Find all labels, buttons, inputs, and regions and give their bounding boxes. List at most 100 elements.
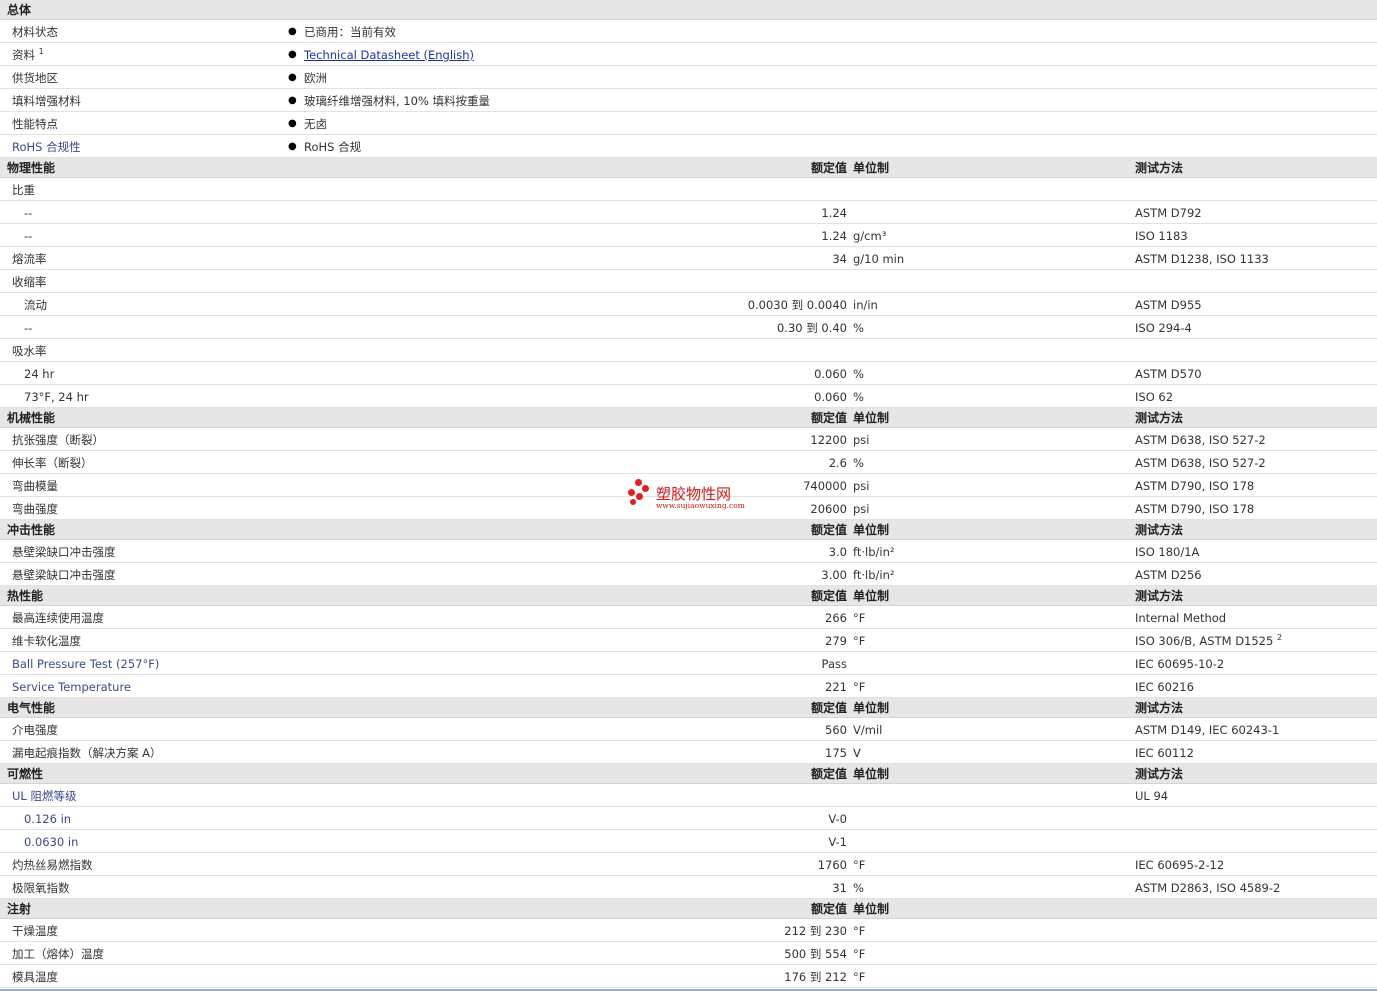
- column-header-nominal: 额定值: [810, 589, 847, 603]
- property-label: 抗张强度（断裂）: [12, 433, 104, 447]
- property-row: 收缩率: [0, 270, 1377, 293]
- column-header-test: 测试方法: [1135, 701, 1184, 715]
- test-method-text: ASTM D149, IEC 60243-1: [1135, 723, 1280, 737]
- unit-value: %: [853, 321, 864, 335]
- property-row: UL 阻燃等级 UL 94: [0, 784, 1377, 807]
- property-label: 比重: [12, 183, 35, 197]
- property-row: 悬壁梁缺口冲击强度 3.0 ft·lb/in² ISO 180/1A: [0, 540, 1377, 563]
- section-header: 机械性能 额定值 单位制 测试方法: [0, 408, 1377, 428]
- test-method-text: ISO 62: [1135, 390, 1174, 404]
- nominal-value: 34: [832, 252, 847, 266]
- nominal-value: 2.6: [828, 456, 847, 470]
- property-label: 填料增强材料: [12, 94, 81, 108]
- property-label: UL 阻燃等级: [12, 789, 77, 803]
- column-header-unit: 单位制: [853, 523, 890, 537]
- property-value: 玻璃纤维增强材料, 10% 填料按重量: [304, 94, 491, 108]
- footnote-marker: 2: [1276, 633, 1283, 642]
- property-value: RoHS 合规: [304, 140, 362, 154]
- property-label: 干燥温度: [12, 924, 58, 938]
- bullet-icon: ●: [288, 95, 297, 106]
- property-label: 模具温度: [12, 970, 58, 984]
- column-header-unit: 单位制: [853, 411, 890, 425]
- nominal-value: 175: [825, 746, 847, 760]
- test-method-text: ISO 294-4: [1135, 321, 1192, 335]
- unit-value: V: [853, 746, 861, 760]
- property-label: 加工（熔体）温度: [12, 947, 104, 961]
- test-method: ASTM D790, ISO 178: [1135, 479, 1254, 493]
- test-method-text: IEC 60695-10-2: [1135, 657, 1225, 671]
- property-label: 材料状态: [12, 25, 58, 39]
- property-label-text: 资料: [12, 48, 35, 62]
- section-header: 冲击性能 额定值 单位制 测试方法: [0, 520, 1377, 540]
- test-method: ASTM D638, ISO 527-2: [1135, 433, 1266, 447]
- general-row: 性能特点 ● 无卤: [0, 112, 1377, 135]
- site-watermark: 塑胶物性网 www.sujiaowuxing.com: [626, 479, 766, 513]
- property-label: 0.0630 in: [24, 835, 79, 849]
- property-label: 悬壁梁缺口冲击强度: [12, 568, 116, 582]
- test-method: ISO 180/1A: [1135, 545, 1199, 559]
- section-header: 热性能 额定值 单位制 测试方法: [0, 586, 1377, 606]
- unit-value: ft·lb/in²: [853, 568, 895, 582]
- property-label: 弯曲强度: [12, 502, 58, 516]
- section-header-general: 总体: [0, 0, 1377, 20]
- column-header-test: 测试方法: [1135, 161, 1184, 175]
- test-method-text: ISO 1183: [1135, 229, 1188, 243]
- test-method: ASTM D149, IEC 60243-1: [1135, 723, 1279, 737]
- test-method: IEC 60695-2-12: [1135, 858, 1224, 872]
- nominal-value: 212 到 230: [784, 924, 847, 938]
- unit-value: °F: [853, 634, 866, 648]
- column-header-test: 测试方法: [1135, 589, 1184, 603]
- property-label-text: 供货地区: [12, 71, 58, 85]
- test-method: ASTM D955: [1135, 298, 1202, 312]
- property-label: 24 hr: [24, 367, 55, 381]
- general-row: 供货地区 ● 欧洲: [0, 66, 1377, 89]
- unit-value: %: [853, 881, 864, 895]
- nominal-value: 1.24: [821, 206, 847, 220]
- section-title: 总体: [7, 3, 32, 17]
- watermark-logo-icon: [626, 479, 654, 511]
- nominal-value: 20600: [810, 502, 847, 516]
- unit-value: g/cm³: [853, 229, 887, 243]
- watermark-url: www.sujiaowuxing.com: [656, 501, 745, 510]
- column-header-unit: 单位制: [853, 902, 890, 916]
- unit-value: °F: [853, 611, 866, 625]
- general-row: 填料增强材料 ● 玻璃纤维增强材料, 10% 填料按重量: [0, 89, 1377, 112]
- column-header-unit: 单位制: [853, 161, 890, 175]
- test-method-text: ASTM D638, ISO 527-2: [1135, 433, 1266, 447]
- unit-value: °F: [853, 970, 866, 984]
- nominal-value: 500 到 554: [784, 947, 847, 961]
- column-header-nominal: 额定值: [810, 161, 847, 175]
- property-row: 伸长率（断裂） 2.6% ASTM D638, ISO 527-2: [0, 451, 1377, 474]
- nominal-value: 560: [825, 723, 847, 737]
- unit-value: ft·lb/in²: [853, 545, 895, 559]
- section-header: 注射 额定值 单位制: [0, 899, 1377, 919]
- nominal-value: 1760: [817, 858, 847, 872]
- test-method-text: ASTM D638, ISO 527-2: [1135, 456, 1266, 470]
- unit-value: °F: [853, 858, 866, 872]
- column-header-nominal: 额定值: [810, 411, 847, 425]
- nominal-value: 176 到 212: [784, 970, 847, 984]
- section-title: 机械性能: [7, 411, 56, 425]
- unit-value: °F: [853, 680, 866, 694]
- nominal-value: 266: [825, 611, 847, 625]
- column-header-unit: 单位制: [853, 767, 890, 781]
- property-row: -- 0.30 到 0.40% ISO 294-4: [0, 316, 1377, 339]
- test-method: ASTM D2863, ISO 4589-2: [1135, 881, 1280, 895]
- property-label-text: 填料增强材料: [12, 94, 81, 108]
- test-method-text: ASTM D256: [1135, 568, 1202, 582]
- property-value: 欧洲: [304, 71, 327, 85]
- property-row: 介电强度 560 V/mil ASTM D149, IEC 60243-1: [0, 718, 1377, 741]
- test-method-text: UL 94: [1135, 789, 1169, 803]
- test-method-text: IEC 60216: [1135, 680, 1194, 694]
- column-header-nominal: 额定值: [810, 902, 847, 916]
- test-method-text: IEC 60695-2-12: [1135, 858, 1225, 872]
- property-row: 灼热丝易燃指数 1760 °F IEC 60695-2-12: [0, 853, 1377, 876]
- property-label: 资料 1: [12, 47, 44, 62]
- unit-value: psi: [853, 479, 870, 493]
- nominal-value: 221: [825, 680, 847, 694]
- property-label-text: 性能特点: [12, 117, 58, 131]
- column-header-nominal: 额定值: [810, 523, 847, 537]
- datasheet-link[interactable]: Technical Datasheet (English): [304, 48, 474, 62]
- property-label: 0.126 in: [24, 812, 72, 826]
- property-row: 模具温度 176 到 212 °F: [0, 965, 1377, 988]
